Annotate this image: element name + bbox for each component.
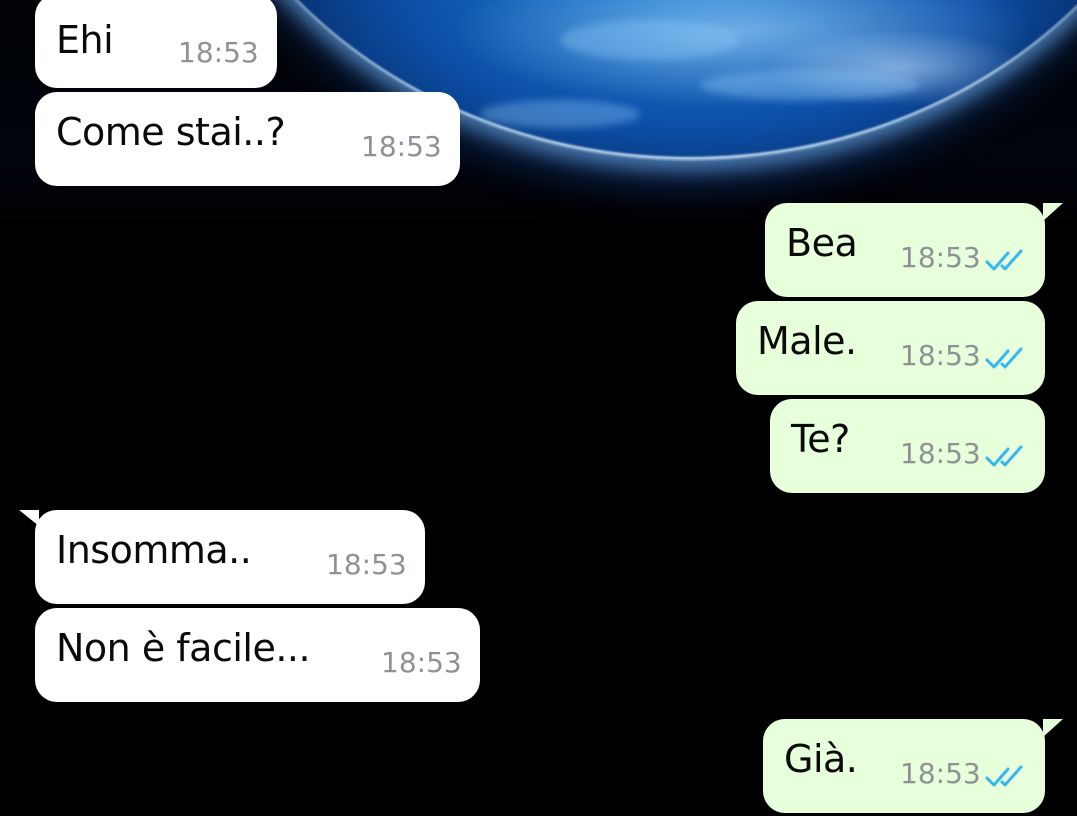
message-text: Insomma.. [56,528,252,572]
message-time: 18:53 [900,757,981,790]
message-bubble-outgoing[interactable]: Te? 18:53 [770,399,1045,493]
message-time: 18:53 [326,548,407,581]
message-time: 18:53 [381,646,462,679]
message-bubble-outgoing[interactable]: Già. 18:53 [763,719,1063,813]
double-check-icon [985,347,1023,369]
message-text: Male. [757,319,857,363]
message-bubble-outgoing[interactable]: Male. 18:53 [736,301,1045,395]
earth-cloud [480,100,640,128]
double-check-icon [985,249,1023,271]
message-text: Ehi [56,18,114,62]
message-bubble-incoming[interactable]: Non è facile... 18:53 [35,608,480,702]
message-text: Già. [784,737,858,781]
message-time: 18:53 [900,339,981,372]
earth-cloud [560,20,740,60]
bubble-tail [1043,203,1063,221]
earth-cloud [700,70,920,100]
message-bubble-incoming[interactable]: Ehi 18:53 [35,0,277,88]
message-bubble-incoming[interactable]: Come stai..? 18:53 [35,92,460,186]
message-bubble-outgoing[interactable]: Bea 18:53 [765,203,1063,297]
message-text: Come stai..? [56,110,286,154]
message-time: 18:53 [900,437,981,470]
bubble-tail [19,510,39,526]
double-check-icon [985,445,1023,467]
bubble-tail [1043,719,1063,737]
message-bubble-incoming[interactable]: Insomma.. 18:53 [19,510,425,604]
chat-screen: Ehi 18:53 Come stai..? 18:53 Bea 18:53 M… [0,0,1077,816]
message-time: 18:53 [361,130,442,163]
message-text: Bea [786,221,858,265]
message-text: Non è facile... [56,626,311,670]
double-check-icon [985,765,1023,787]
message-text: Te? [791,417,850,461]
message-time: 18:53 [900,241,981,274]
message-time: 18:53 [178,36,259,69]
